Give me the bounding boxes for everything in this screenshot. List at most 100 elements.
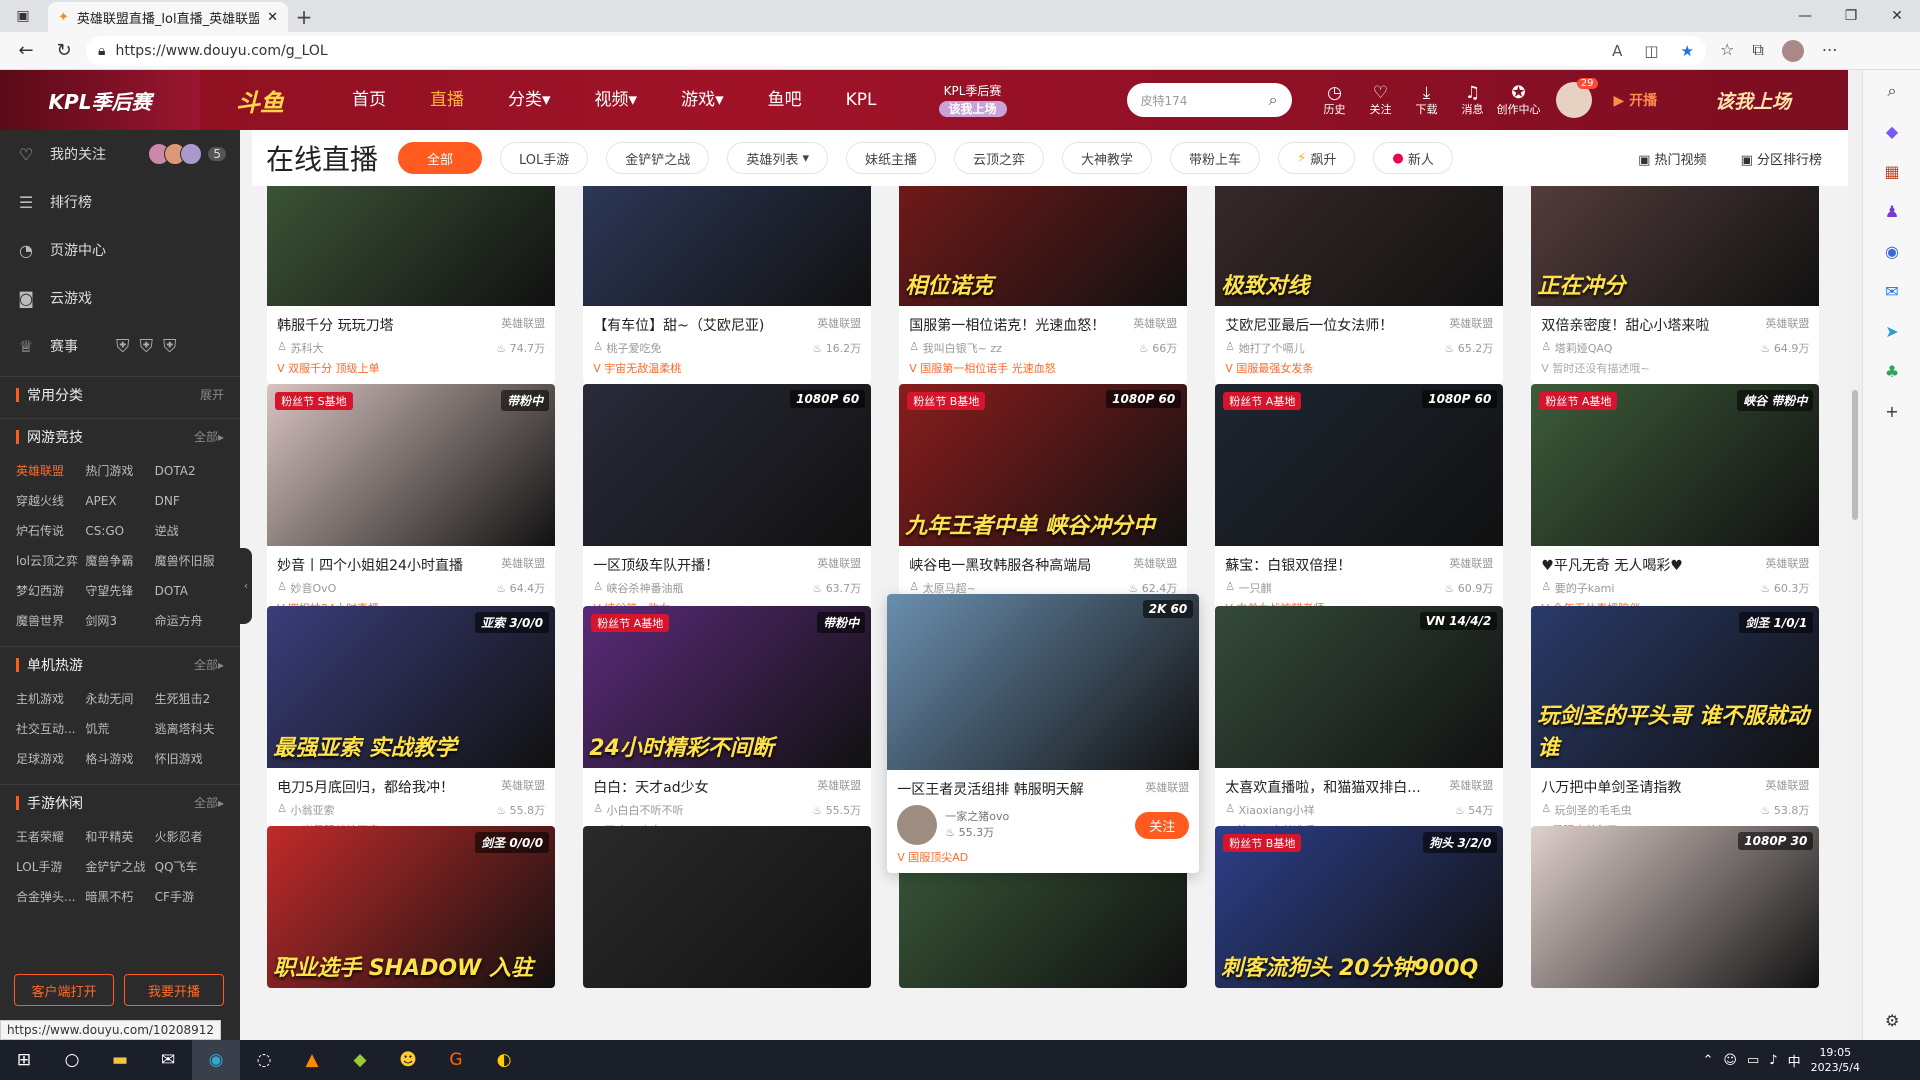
- expand-link[interactable]: 展开: [200, 386, 224, 403]
- sidebar-category-item[interactable]: 永劫无间: [85, 684, 154, 714]
- sidebar-category-item[interactable]: 火影忍者: [155, 822, 224, 852]
- stream-title[interactable]: 韩服千分 玩玩刀塔: [277, 315, 495, 335]
- stream-thumbnail[interactable]: 粉丝节 B基地 1080P 60 九年王者中单 峡谷冲分中: [899, 384, 1188, 546]
- client-open-button[interactable]: 客户端打开: [14, 974, 114, 1006]
- stream-card[interactable]: 1080P 30: [1531, 826, 1820, 988]
- stream-card[interactable]: 极致对线 艾欧尼亚最后一位女法师！ 英雄联盟 ♙ 她打了个嗝儿 ♨ 65.2万 V 国服最…: [1215, 186, 1504, 384]
- chip-lol-mobile[interactable]: LOL手游: [500, 142, 589, 174]
- stream-category[interactable]: 英雄联盟: [501, 315, 545, 335]
- url-field[interactable]: 🔒︎ https://www.douyu.com/g_LOL A ◫ ★: [86, 35, 1706, 66]
- stream-title[interactable]: 双倍亲密度！甜心小塔来啦: [1541, 315, 1759, 335]
- stream-thumbnail[interactable]: 粉丝节 A基地 峡谷 带粉中: [1531, 384, 1820, 546]
- creator-center-button[interactable]: ✪ 创作中心: [1496, 83, 1542, 117]
- app-icon-2[interactable]: ▲: [288, 1040, 336, 1080]
- stream-category[interactable]: 英雄联盟: [1449, 555, 1493, 575]
- browser-tab[interactable]: ✦ 英雄联盟直播_lol直播_英雄联盟 ✕: [48, 2, 288, 32]
- chip-female-streamer[interactable]: 妹纸主播: [846, 142, 937, 174]
- chip-all[interactable]: 全部: [398, 142, 483, 174]
- streamer-name[interactable]: 她打了个嗝儿: [1239, 340, 1305, 356]
- sidebar-category-item[interactable]: 魔兽世界: [16, 606, 85, 636]
- sidebar-category-item[interactable]: 梦幻西游: [16, 576, 85, 606]
- stream-title[interactable]: 艾欧尼亚最后一位女法师！: [1225, 315, 1443, 335]
- streamer-name[interactable]: 要的子kami: [1555, 580, 1615, 596]
- stream-card[interactable]: 相位诺克 国服第一相位诺克！光速血怒！ 英雄联盟 ♙ 我叫白银飞~ zz ♨ 66万 V …: [899, 186, 1188, 384]
- sidebar-category-item[interactable]: 王者荣耀: [16, 822, 85, 852]
- sidebar-category-item[interactable]: CS:GO: [85, 516, 154, 546]
- app-icon-5[interactable]: G: [432, 1040, 480, 1080]
- close-window-icon[interactable]: ✕: [1874, 0, 1920, 32]
- stream-card[interactable]: 粉丝节 B基地 狗头 3/2/0 刺客流狗头 20分钟900Q: [1215, 826, 1504, 988]
- sidebar-item-webgames[interactable]: ◔ 页游中心: [0, 226, 240, 274]
- sidebar-category-item[interactable]: LOL手游: [16, 852, 85, 882]
- sidebar-category-item[interactable]: lol云顶之弈: [16, 546, 85, 576]
- close-tab-icon[interactable]: ✕: [267, 10, 278, 25]
- stream-card[interactable]: 粉丝节 A基地 带粉中 24小时精彩不间断 白白：天才ad少女 英雄联盟 ♙ 小白白不听不…: [583, 606, 872, 846]
- stream-title[interactable]: 白白：天才ad少女: [593, 777, 811, 797]
- search-icon[interactable]: ⌕: [1881, 80, 1903, 102]
- sidebar-item-ranking[interactable]: ☰ 排行榜: [0, 178, 240, 226]
- stream-category[interactable]: 英雄联盟: [817, 315, 861, 335]
- chip-hero-list[interactable]: 英雄列表 ▾: [727, 142, 828, 174]
- app-icon-4[interactable]: ☻: [384, 1040, 432, 1080]
- scrollbar-thumb[interactable]: [1852, 390, 1858, 520]
- sidebar-category-item[interactable]: APEX: [85, 486, 154, 516]
- section-all-link[interactable]: 全部▸: [194, 794, 224, 811]
- stream-category[interactable]: 英雄联盟: [501, 777, 545, 797]
- stream-category[interactable]: 英雄联盟: [817, 777, 861, 797]
- sidebar-category-item[interactable]: DOTA: [155, 576, 224, 606]
- message-button[interactable]: ♫ 消息: [1450, 83, 1496, 117]
- office-icon[interactable]: ◉: [1881, 240, 1903, 262]
- settings-icon[interactable]: ⚙: [1885, 1011, 1899, 1030]
- stream-category[interactable]: 英雄联盟: [1765, 315, 1809, 335]
- stream-title[interactable]: 八万把中单剑圣请指教: [1541, 777, 1759, 797]
- sidebar-category-item[interactable]: 社交互动...: [16, 714, 85, 744]
- stream-title[interactable]: 蘇宝：白银双倍捏！: [1225, 555, 1443, 575]
- favorite-star-icon[interactable]: ★: [1681, 42, 1694, 60]
- stream-category[interactable]: 英雄联盟: [1449, 315, 1493, 335]
- streamer-avatar[interactable]: [897, 805, 938, 845]
- chip-rising[interactable]: ⚡ 飙升: [1278, 142, 1356, 174]
- stream-card[interactable]: 粉丝节 A基地 1080P 60 蘇宝：白银双倍捏！ 英雄联盟 ♙ 一只麒 ♨ 60.9万…: [1215, 384, 1504, 624]
- stream-category[interactable]: 英雄联盟: [1133, 315, 1177, 335]
- collections-icon[interactable]: ⧉: [1752, 40, 1763, 62]
- restore-icon[interactable]: ❐: [1828, 0, 1874, 32]
- user-avatar[interactable]: 29: [1555, 78, 1598, 118]
- split-screen-icon[interactable]: ◫: [1644, 42, 1658, 60]
- stream-thumbnail[interactable]: 剑圣 1/0/1 玩剑圣的平头哥 谁不服就动谁: [1531, 606, 1820, 768]
- search-circle-icon[interactable]: ○: [48, 1040, 96, 1080]
- streamer-name[interactable]: 妙音OvO: [291, 580, 337, 596]
- stream-thumbnail[interactable]: 相位诺克: [899, 186, 1188, 306]
- stream-card[interactable]: 粉丝节 S基地 带粉中 妙音丨四个小姐姐24小时直播 英雄联盟 ♙ 妙音OvO ♨ 64.…: [267, 384, 556, 624]
- douyu-logo[interactable]: 斗鱼: [200, 83, 320, 118]
- app-icon-6[interactable]: ◐: [480, 1040, 528, 1080]
- minimize-icon[interactable]: —: [1782, 0, 1828, 32]
- follow-button[interactable]: ♡ 关注: [1358, 83, 1404, 117]
- start-stream-button[interactable]: 我要开播: [124, 974, 224, 1006]
- stream-card[interactable]: 粉丝节 B基地 1080P 60 九年王者中单 峡谷冲分中 峡谷电一黑玫韩服各种高端局…: [899, 384, 1188, 624]
- kpl-emblem-icon[interactable]: ⛨: [140, 336, 154, 357]
- stream-title[interactable]: 电刀5月底回归，都给我冲！: [277, 777, 495, 797]
- zone-ranking-link[interactable]: ▣ 分区排行榜: [1741, 149, 1822, 168]
- sidebar-category-item[interactable]: DNF: [155, 486, 224, 516]
- send-icon[interactable]: ➤: [1881, 320, 1903, 342]
- tree-icon[interactable]: ♣: [1881, 360, 1903, 382]
- nav-games[interactable]: 游戏▾: [659, 70, 746, 130]
- follow-button[interactable]: 关注: [1135, 811, 1190, 839]
- mail-icon[interactable]: ✉: [144, 1040, 192, 1080]
- stream-thumbnail[interactable]: 亚索 3/0/0 最强亚索 实战教学: [267, 606, 556, 768]
- sidebar-section-header[interactable]: 网游竞技 全部▸: [0, 418, 240, 454]
- lol-emblem-icon[interactable]: ⛨: [116, 336, 130, 357]
- outlook-icon[interactable]: ✉: [1881, 280, 1903, 302]
- stream-title[interactable]: ♥平凡无奇 无人喝彩♥: [1541, 555, 1759, 575]
- sidebar-section-header[interactable]: 手游休闲 全部▸: [0, 784, 240, 820]
- sidebar-category-item[interactable]: 热门游戏: [85, 456, 154, 486]
- ime-indicator[interactable]: 中: [1788, 1051, 1801, 1070]
- sidebar-item-events[interactable]: ♕ 赛事 ⛨ ⛨ ⛨: [0, 322, 240, 370]
- back-button[interactable]: ←: [10, 36, 42, 66]
- sidebar-category-item[interactable]: 和平精英: [85, 822, 154, 852]
- stream-category[interactable]: 英雄联盟: [1765, 555, 1809, 575]
- sidebar-category-item[interactable]: 生死狙击2: [155, 684, 224, 714]
- sidebar-category-item[interactable]: 主机游戏: [16, 684, 85, 714]
- stream-card[interactable]: [583, 826, 872, 988]
- sidebar-category-item[interactable]: CF手游: [155, 882, 224, 912]
